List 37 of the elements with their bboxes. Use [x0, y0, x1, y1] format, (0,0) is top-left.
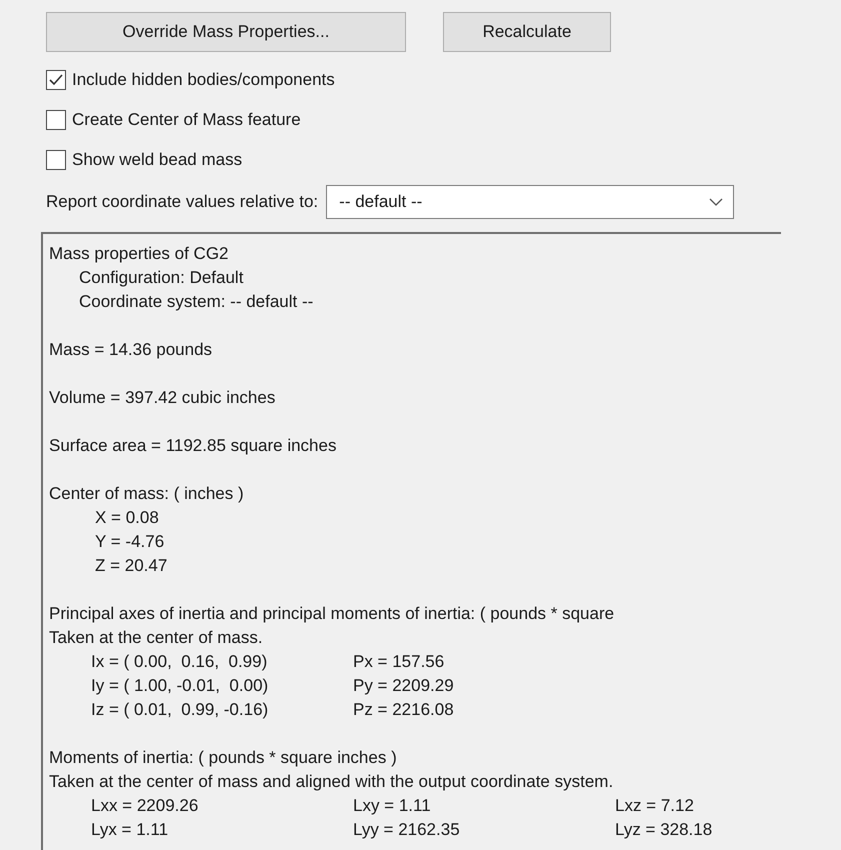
coordinate-dropdown[interactable]: -- default --: [326, 185, 734, 219]
report-value: Iz = ( 0.01, 0.99, -0.16): [91, 699, 268, 721]
report-value: Pz = 2216.08: [353, 699, 454, 721]
report-value: Lxx = 2209.26: [91, 795, 198, 817]
chevron-down-icon: [709, 198, 724, 206]
report-line: Volume = 397.42 cubic inches: [49, 387, 276, 409]
checkbox[interactable]: [46, 70, 66, 90]
report-line: Coordinate system: -- default --: [78, 291, 314, 313]
report-line: Z = 20.47: [94, 555, 168, 577]
push-button[interactable]: Recalculate: [443, 12, 611, 52]
report-value: Lyy = 2162.35: [353, 819, 460, 841]
report-value: Ix = ( 0.00, 0.16, 0.99): [91, 651, 268, 673]
report-line: Mass = 14.36 pounds: [49, 339, 214, 361]
report-line: Y = -4.76: [94, 531, 166, 553]
report-line: Center of mass: ( inches ): [49, 483, 245, 505]
report-line: Mass properties of CG2: [49, 243, 230, 265]
select-label: Report coordinate values relative to:: [46, 192, 318, 212]
report-line: Taken at the center of mass.: [49, 627, 264, 649]
checkbox-label[interactable]: Show weld bead mass: [72, 150, 242, 170]
checkbox[interactable]: [46, 110, 66, 130]
report-value: Lxy = 1.11: [353, 795, 431, 817]
checkbox-label[interactable]: Create Center of Mass feature: [72, 110, 301, 130]
checkbox[interactable]: [46, 150, 66, 170]
report-value: Px = 157.56: [353, 651, 444, 673]
report-value: Lxz = 7.12: [615, 795, 694, 817]
report-line: Principal axes of inertia and principal moments of inertia: ( pounds * square: [49, 603, 616, 625]
report-line: Moments of inertia: ( pounds * square inches ): [49, 747, 398, 769]
report-line: Surface area = 1192.85 square inches: [49, 435, 338, 457]
report-value: Py = 2209.29: [353, 675, 454, 697]
checkbox-label[interactable]: Include hidden bodies/components: [72, 70, 335, 90]
report-line: Taken at the center of mass and aligned with the output coordinate system.: [49, 771, 614, 793]
push-button[interactable]: Override Mass Properties...: [46, 12, 406, 52]
report-line: Configuration: Default: [78, 267, 244, 289]
report-value: Lyx = 1.11: [91, 819, 168, 841]
report-line: X = 0.08: [94, 507, 160, 529]
report-value: Iy = ( 1.00, -0.01, 0.00): [91, 675, 268, 697]
report-value: Lyz = 328.18: [615, 819, 712, 841]
